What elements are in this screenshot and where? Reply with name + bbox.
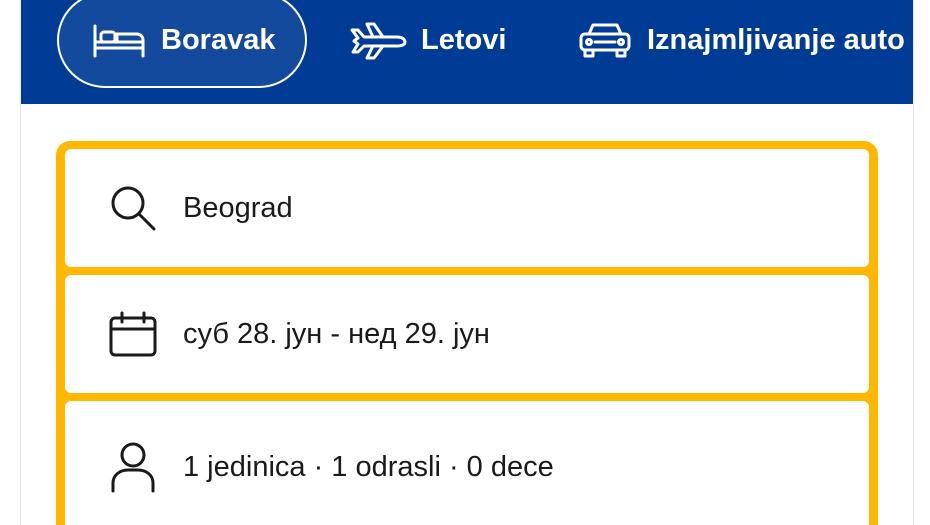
- tab-car-rental[interactable]: Iznajmljivanje auto: [577, 0, 905, 88]
- destination-value: Beograd: [183, 191, 293, 224]
- occupancy-field[interactable]: 1 jedinica · 1 odrasli · 0 dece: [65, 401, 869, 525]
- occupancy-value: 1 jedinica · 1 odrasli · 0 dece: [183, 450, 554, 483]
- tab-stays-label: Boravak: [161, 23, 276, 56]
- top-navigation: Boravak Letovi Iznajmljivanje auto: [21, 0, 913, 104]
- tab-stays[interactable]: Boravak: [57, 0, 308, 88]
- app-container: Boravak Letovi Iznajmljivanje auto Beogr…: [20, 0, 914, 525]
- tab-flights-label: Letovi: [421, 23, 507, 56]
- destination-field[interactable]: Beograd: [65, 149, 869, 267]
- search-icon: [107, 184, 159, 232]
- car-icon: [577, 20, 633, 60]
- screen: Boravak Letovi Iznajmljivanje auto Beogr…: [0, 0, 930, 525]
- dates-value: суб 28. јун - нед 29. јун: [183, 317, 490, 350]
- tab-flights[interactable]: Letovi: [349, 0, 506, 88]
- dates-field[interactable]: суб 28. јун - нед 29. јун: [65, 275, 869, 393]
- bed-icon: [91, 20, 147, 60]
- person-icon: [107, 441, 159, 493]
- calendar-icon: [107, 310, 159, 358]
- tab-car-rental-label: Iznajmljivanje auto: [647, 23, 905, 56]
- airplane-icon: [349, 20, 407, 60]
- search-form: Beograd суб 28. јун - нед 29. јун 1 jedi…: [56, 141, 878, 525]
